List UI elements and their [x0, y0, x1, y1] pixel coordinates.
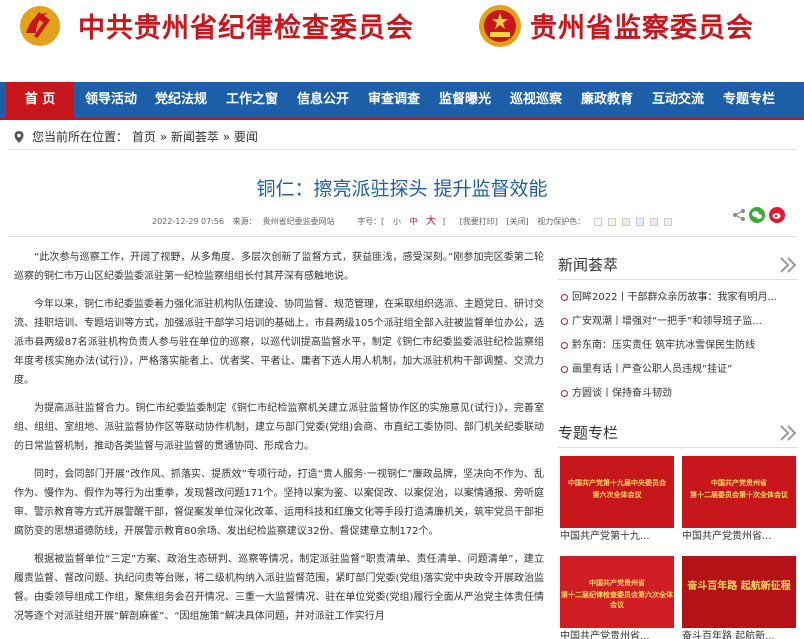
news-section-header: 新闻荟萃 [558, 250, 798, 280]
supervision-title: 贵州省监察委员会 [530, 13, 754, 44]
topic-caption-top: 中国共产党贵州省 [589, 579, 645, 587]
more-chevron-icon[interactable] [778, 423, 798, 443]
nav-inspection[interactable]: 巡视巡察 [503, 82, 569, 118]
article-paragraph: 今年以来，铜仁市纪委监委着力强化派驻机构队伍建设、协同监督、规范管理，在采取组织… [14, 299, 544, 386]
font-small-button[interactable]: 小 [393, 217, 401, 226]
topic-thumbnail: 奋斗百年路 起航新征程 [682, 556, 796, 628]
bullet-icon [561, 366, 568, 373]
news-list-item[interactable]: 回眸2022丨干部群众亲历故事：我家有明月... [558, 286, 798, 310]
vision-color-swatch[interactable] [663, 217, 672, 226]
topics-heading: 专题专栏 [558, 424, 619, 442]
vision-color-swatch[interactable] [635, 217, 644, 226]
nav-work-window[interactable]: 工作之窗 [219, 82, 285, 118]
article-paragraph: 根据被监督单位“三定”方案、政治生态研判、巡察等情况，制定派驻监督“职责清单、责… [14, 554, 544, 622]
topic-label: 中国共产党贵州省... [560, 631, 650, 639]
font-size-label: 字号：[ [357, 217, 385, 226]
cdi-title: 中共贵州省纪律检查委员会 [78, 13, 414, 44]
topic-caption-bottom: 第十二届委员会第十次全体会议 [690, 491, 788, 499]
topic-label: 中国共产党第十九... [560, 531, 650, 542]
source-label: 来源： [232, 217, 257, 226]
bullet-icon [561, 342, 568, 349]
nav-regulations[interactable]: 党纪法规 [148, 82, 214, 118]
news-list: 回眸2022丨干部群众亲历故事：我家有明月... 广安观潮丨增强对“一把手”和领… [558, 280, 798, 406]
source-name: 贵州省纪委监委网站 [262, 217, 335, 226]
breadcrumb-home[interactable]: 首页 [132, 130, 156, 144]
bullet-icon [561, 294, 568, 301]
site-header: 中共贵州省纪律检查委员会 贵州省监察委员会 [0, 0, 804, 82]
share-icon[interactable] [732, 208, 746, 222]
vision-color-swatch[interactable] [649, 217, 658, 226]
main-nav: 首 页 领导活动 党纪法规 工作之窗 信息公开 审查调查 监督曝光 巡视巡察 廉… [0, 82, 804, 120]
topic-caption-top: 奋斗百年路 起航新征程 [687, 581, 791, 592]
vision-color-swatches [593, 217, 678, 226]
national-emblem-icon [479, 5, 521, 47]
news-list-item[interactable]: 画里有话丨严查公职人员违规“挂证” [558, 358, 798, 382]
meta-divider [8, 236, 796, 237]
topic-card[interactable]: 中国共产党第十九届中央委员会 第六次全体会议 中国共产党第十九... [560, 456, 674, 546]
topic-thumbnail: 中国共产党贵州省 第十二届纪律检查委员会第六次全体会议 [560, 556, 674, 628]
nav-interaction[interactable]: 互动交流 [645, 82, 711, 118]
nav-leadership[interactable]: 领导活动 [78, 82, 144, 118]
topic-card[interactable]: 奋斗百年路 起航新征程 奋斗百年路 起航新... [682, 556, 796, 639]
font-size-close: ] [441, 217, 446, 226]
breadcrumb-separator: » [159, 130, 168, 144]
breadcrumb-prefix: 您当前所在位置： [32, 130, 129, 144]
nav-special-topics[interactable]: 专题专栏 [716, 82, 782, 118]
nav-integrity-education[interactable]: 廉政教育 [574, 82, 640, 118]
nav-info-disclosure[interactable]: 信息公开 [290, 82, 356, 118]
close-button[interactable]: [关闭] [506, 217, 528, 226]
more-chevron-icon[interactable] [778, 255, 798, 275]
font-large-button[interactable]: 大 [426, 216, 436, 227]
sidebar: 新闻荟萃 回眸2022丨干部群众亲历故事：我家有明月... 广安观潮丨增强对“一… [558, 250, 798, 639]
topic-label: 中国共产党贵州省... [682, 531, 772, 542]
topic-thumbnail: 中国共产党贵州省 第十二届委员会第十次全体会议 [682, 456, 796, 528]
news-list-item[interactable]: 黔东南：压实责任 筑牢抗冰雪保民生防线 [558, 334, 798, 358]
breadcrumb-headlines[interactable]: 要闻 [234, 130, 258, 144]
vision-color-swatch[interactable] [593, 217, 602, 226]
topic-label: 奋斗百年路 起航新... [682, 631, 775, 639]
news-heading: 新闻荟萃 [558, 256, 619, 274]
article-paragraph: 为提高派驻监督合力。铜仁市纪委监委制定《铜仁市纪检监察机关建立派驻监督协作区的实… [14, 403, 544, 452]
topic-caption-top: 中国共产党第十九届中央委员会 [568, 479, 666, 487]
location-pin-icon [14, 131, 24, 143]
print-button[interactable]: [我要打印] [460, 217, 498, 226]
article-paragraph: 同时，会同部门开展“改作风、抓落实、提质效”专项行动，打造“贵人服务·一视铜仁”… [14, 469, 544, 537]
vision-color-swatch[interactable] [621, 217, 630, 226]
news-list-item[interactable]: 方圆谈丨保持奋斗韧劲 [558, 382, 798, 406]
bullet-icon [561, 390, 568, 397]
bullet-icon [561, 318, 568, 325]
breadcrumb: 您当前所在位置： 首页 » 新闻荟萃 » 要闻 [8, 124, 796, 150]
weibo-icon[interactable] [769, 207, 785, 223]
vision-color-swatch[interactable] [607, 217, 616, 226]
topic-caption-top: 中国共产党贵州省 [711, 479, 767, 487]
nav-investigation[interactable]: 审查调查 [361, 82, 427, 118]
topic-caption-bottom: 第十二届纪律检查委员会第六次全体会议 [561, 591, 673, 609]
topic-card[interactable]: 中国共产党贵州省 第十二届委员会第十次全体会议 中国共产党贵州省... [682, 456, 796, 546]
vision-color-label: 视力保护色： [537, 217, 586, 226]
font-medium-button[interactable]: 中 [409, 217, 417, 226]
article-meta: 2022-12-29 07:56 来源： 贵州省纪委监委网站 字号：[ 小 中 大… [152, 212, 684, 227]
topics-section-header: 专题专栏 [558, 418, 798, 448]
party-emblem-icon [20, 6, 60, 46]
nav-home[interactable]: 首 页 [6, 82, 74, 118]
topic-thumbnail: 中国共产党第十九届中央委员会 第六次全体会议 [560, 456, 674, 528]
article-title: 铜仁：擦亮派驻探头 提升监督效能 [256, 178, 548, 200]
topics-grid: 中国共产党第十九届中央委员会 第六次全体会议 中国共产党第十九... 中国共产党… [558, 456, 798, 639]
article-body: “此次参与巡察工作，开阔了视野，从多角度、多层次创新了监督方式，获益匪浅，感受深… [14, 248, 544, 635]
nav-exposure[interactable]: 监督曝光 [432, 82, 498, 118]
article-paragraph: “此次参与巡察工作，开阔了视野，从多角度、多层次创新了监督方式，获益匪浅，感受深… [14, 252, 544, 282]
news-list-item[interactable]: 广安观潮丨增强对“一把手”和领导班子监... [558, 310, 798, 334]
publish-date: 2022-12-29 07:56 [152, 217, 225, 226]
topic-caption-bottom: 第六次全体会议 [592, 491, 642, 499]
topic-card[interactable]: 中国共产党贵州省 第十二届纪律检查委员会第六次全体会议 中国共产党贵州省... [560, 556, 674, 639]
breadcrumb-separator: » [222, 130, 231, 144]
wechat-icon[interactable] [749, 207, 765, 223]
breadcrumb-news[interactable]: 新闻荟萃 [171, 130, 219, 144]
